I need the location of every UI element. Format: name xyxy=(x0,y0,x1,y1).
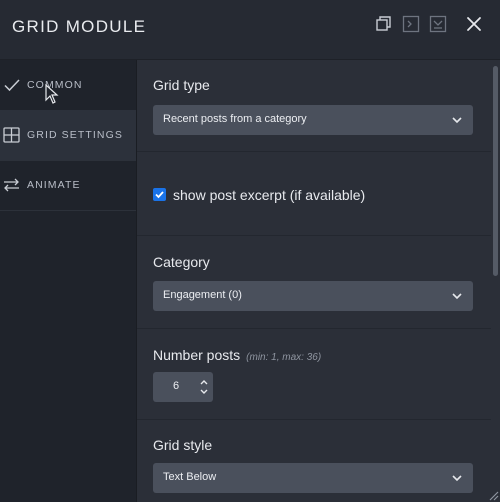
sidebar-item-label: GRID SETTINGS xyxy=(27,129,123,141)
grid-type-select[interactable]: Recent posts from a category xyxy=(153,105,473,135)
grid-icon xyxy=(3,127,20,143)
category-label: Category xyxy=(153,254,210,270)
category-section: Category Engagement (0) xyxy=(137,236,491,329)
number-posts-section: Number posts (min: 1, max: 36) 6 xyxy=(137,329,491,420)
number-posts-value[interactable]: 6 xyxy=(173,380,179,392)
number-posts-label: Number posts (min: 1, max: 36) xyxy=(153,347,321,363)
number-posts-hint: (min: 1, max: 36) xyxy=(246,352,322,363)
category-value: Engagement (0) xyxy=(163,289,242,301)
category-select[interactable]: Engagement (0) xyxy=(153,281,473,311)
grid-type-label: Grid type xyxy=(153,77,210,93)
close-icon[interactable] xyxy=(465,15,483,33)
duplicate-icon[interactable] xyxy=(375,15,393,33)
checkmark-icon xyxy=(3,77,20,93)
show-excerpt-checkbox[interactable] xyxy=(153,188,166,201)
sidebar-item-label: COMMON xyxy=(27,79,83,91)
settings-panel: Grid type Recent posts from a category s… xyxy=(137,60,491,502)
sidebar-item-animate[interactable]: ANIMATE xyxy=(0,160,136,211)
swap-arrows-icon xyxy=(3,177,20,193)
number-posts-stepper[interactable]: 6 xyxy=(153,372,213,402)
grid-type-value: Recent posts from a category xyxy=(163,113,307,125)
sidebar-item-common[interactable]: COMMON xyxy=(0,60,136,111)
sidebar-item-label: ANIMATE xyxy=(27,179,81,191)
expand-panel-icon[interactable] xyxy=(402,15,420,33)
sidebar: COMMON GRID SETTINGS ANIMATE xyxy=(0,60,137,502)
chevron-down-icon xyxy=(451,472,463,484)
grid-style-section: Grid style Text Below xyxy=(137,420,491,502)
scrollbar-thumb[interactable] xyxy=(493,66,498,276)
number-posts-label-text: Number posts xyxy=(153,347,241,363)
show-excerpt-label[interactable]: show post excerpt (if available) xyxy=(173,187,365,203)
grid-style-label: Grid style xyxy=(153,437,213,453)
save-icon[interactable] xyxy=(429,15,447,33)
chevron-down-icon xyxy=(451,114,463,126)
excerpt-section: show post excerpt (if available) xyxy=(137,152,491,236)
sidebar-item-grid-settings[interactable]: GRID SETTINGS xyxy=(0,110,136,161)
grid-type-section: Grid type Recent posts from a category xyxy=(137,60,491,152)
resize-handle-icon[interactable] xyxy=(487,489,499,501)
grid-style-select[interactable]: Text Below xyxy=(153,463,473,493)
modal-header: GRID MODULE xyxy=(0,0,500,60)
scrollbar[interactable] xyxy=(491,60,500,502)
chevron-down-icon xyxy=(451,290,463,302)
grid-style-value: Text Below xyxy=(163,471,217,483)
modal-title: GRID MODULE xyxy=(12,17,147,36)
stepper-arrows-icon[interactable] xyxy=(199,377,209,397)
